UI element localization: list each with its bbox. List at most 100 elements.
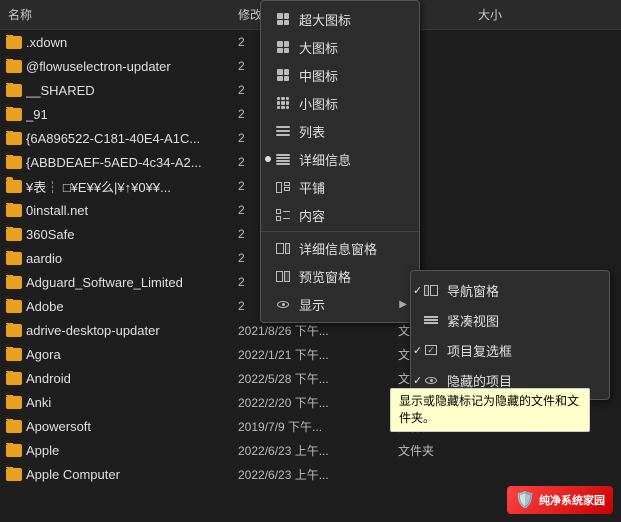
folder-icon	[6, 276, 22, 289]
folder-icon	[6, 420, 22, 433]
folder-icon	[6, 252, 22, 265]
submenu-label: 项目复选框	[447, 341, 512, 360]
menu-item-label: 超大图标	[299, 10, 351, 29]
submenu-item-item-checkbox[interactable]: ✓ ✓ 项目复选框	[411, 335, 609, 365]
file-name-cell: Agora	[0, 347, 230, 362]
file-name-cell: Adobe	[0, 299, 230, 314]
folder-icon	[6, 60, 22, 73]
submenu-label: 紧凑视图	[447, 311, 499, 330]
menu-item-list[interactable]: 列表	[261, 117, 419, 145]
submenu-label: 隐藏的项目	[447, 371, 512, 390]
file-name-cell: _91	[0, 107, 230, 122]
file-name-cell: 0install.net	[0, 203, 230, 218]
file-name: {6A896522-C181-40E4-A1C...	[26, 131, 200, 146]
file-name: {ABBDEAEF-5AED-4c34-A2...	[26, 155, 202, 170]
submenu-label: 导航窗格	[447, 281, 499, 300]
show-icon	[273, 294, 293, 314]
watermark-text: 纯净系统家园	[539, 492, 605, 508]
file-name: 0install.net	[26, 203, 88, 218]
file-date: 2022/1/21 下午...	[230, 346, 390, 363]
nav-pane-icon	[421, 280, 441, 300]
file-name: Apple Computer	[26, 467, 120, 482]
menu-item-label: 平铺	[299, 178, 325, 197]
file-name: Anki	[26, 395, 51, 410]
menu-item-label: 大图标	[299, 38, 338, 57]
file-name: adrive-desktop-updater	[26, 323, 160, 338]
menu-item-label: 列表	[299, 122, 325, 141]
menu-item-label: 预览窗格	[299, 267, 351, 286]
file-name: Apowersoft	[26, 419, 91, 434]
file-name-cell: Android	[0, 371, 230, 386]
file-name-cell: Apple Computer	[0, 467, 230, 482]
check-indicator	[265, 156, 271, 162]
extra-large-icon	[273, 9, 293, 29]
watermark: 🛡️ 纯净系统家园	[507, 486, 613, 514]
menu-item-content[interactable]: 内容	[261, 201, 419, 229]
menu-item-label: 详细信息	[299, 150, 351, 169]
file-date: 2019/7/9 下午...	[230, 418, 390, 435]
hidden-items-icon	[421, 370, 441, 390]
file-name-cell: Adguard_Software_Limited	[0, 275, 230, 290]
context-menu: 超大图标 大图标 中图标 小图标 列表 详细信息 平铺 内容	[260, 0, 420, 323]
tooltip: 显示或隐藏标记为隐藏的文件和文件夹。	[390, 388, 590, 432]
menu-item-show[interactable]: 显示 ▶	[261, 290, 419, 318]
folder-icon	[6, 324, 22, 337]
folder-icon	[6, 204, 22, 217]
item-checkbox-icon: ✓	[421, 340, 441, 360]
folder-icon	[6, 180, 22, 193]
tiles-icon	[273, 177, 293, 197]
menu-item-small-icon[interactable]: 小图标	[261, 89, 419, 117]
file-date: 2021/8/26 下午...	[230, 322, 390, 339]
menu-item-details-pane[interactable]: 详细信息窗格	[261, 234, 419, 262]
file-name: 360Safe	[26, 227, 74, 242]
small-icon	[273, 93, 293, 113]
file-name: Agora	[26, 347, 61, 362]
submenu: ✓ 导航窗格 紧凑视图 ✓ ✓ 项目复选框 ✓ 隐藏的项目	[410, 270, 610, 400]
folder-icon	[6, 156, 22, 169]
menu-item-label: 详细信息窗格	[299, 239, 377, 258]
medium-icon	[273, 65, 293, 85]
file-name: Apple	[26, 443, 59, 458]
folder-icon	[6, 108, 22, 121]
header-name[interactable]: 名称	[0, 4, 230, 25]
file-name: .xdown	[26, 35, 67, 50]
submenu-item-compact-view[interactable]: 紧凑视图	[411, 305, 609, 335]
file-row[interactable]: Apple Computer 2022/6/23 上午...	[0, 462, 621, 486]
folder-icon	[6, 444, 22, 457]
folder-icon	[6, 84, 22, 97]
file-name: __SHARED	[26, 83, 95, 98]
watermark-icon: 🛡️	[515, 490, 535, 510]
folder-icon	[6, 300, 22, 313]
file-name: @flowuselectron-updater	[26, 59, 171, 74]
menu-item-large-icon[interactable]: 大图标	[261, 33, 419, 61]
file-name: _91	[26, 107, 48, 122]
file-date: 2022/6/23 上午...	[230, 466, 390, 483]
file-name-cell: {6A896522-C181-40E4-A1C...	[0, 131, 230, 146]
folder-icon	[6, 396, 22, 409]
preview-pane-icon	[273, 266, 293, 286]
menu-item-preview-pane[interactable]: 预览窗格	[261, 262, 419, 290]
menu-divider	[261, 231, 419, 232]
folder-icon	[6, 372, 22, 385]
menu-item-label: 显示	[299, 295, 325, 314]
file-type: 文件夹	[390, 442, 470, 459]
watermark-badge: 🛡️ 纯净系统家园	[507, 486, 613, 514]
menu-item-tiles[interactable]: 平铺	[261, 173, 419, 201]
file-name-cell: Apple	[0, 443, 230, 458]
file-name: aardio	[26, 251, 62, 266]
header-size[interactable]: 大小	[470, 4, 621, 25]
file-name: Android	[26, 371, 71, 386]
folder-icon	[6, 36, 22, 49]
file-date: 2022/2/20 下午...	[230, 394, 390, 411]
file-row[interactable]: Apple 2022/6/23 上午... 文件夹	[0, 438, 621, 462]
file-name-cell: Apowersoft	[0, 419, 230, 434]
file-name-cell: aardio	[0, 251, 230, 266]
folder-icon	[6, 348, 22, 361]
menu-item-extra-large-icon[interactable]: 超大图标	[261, 5, 419, 33]
file-name: Adguard_Software_Limited	[26, 275, 183, 290]
menu-item-medium-icon[interactable]: 中图标	[261, 61, 419, 89]
content-icon	[273, 205, 293, 225]
menu-item-details[interactable]: 详细信息	[261, 145, 419, 173]
menu-item-label: 小图标	[299, 94, 338, 113]
submenu-item-nav-pane[interactable]: ✓ 导航窗格	[411, 275, 609, 305]
